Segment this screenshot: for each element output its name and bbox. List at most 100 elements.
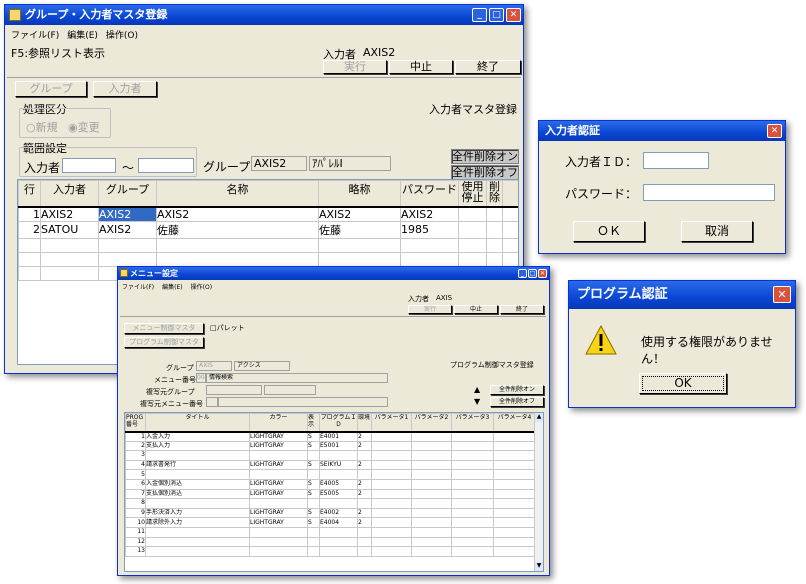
minimize-icon[interactable]: _ [472, 8, 487, 22]
run-button[interactable]: 実行 [323, 60, 387, 74]
cell-param1[interactable] [371, 431, 412, 442]
cell-display[interactable]: S [307, 488, 320, 500]
menu-group-code[interactable]: AXIS [196, 361, 232, 371]
cell-name[interactable]: 佐藤 [156, 220, 319, 239]
cell-color[interactable]: LIGHTGRAY [249, 507, 308, 519]
alert-close-icon[interactable]: ✕ [773, 286, 791, 303]
cell-title[interactable] [145, 546, 250, 557]
cell-title[interactable]: 支払個別消込 [145, 488, 250, 500]
cell-param2[interactable] [411, 536, 452, 548]
cell-param1[interactable] [371, 536, 412, 548]
cell-env[interactable]: 2 [357, 459, 372, 471]
cell-env[interactable]: 2 [357, 431, 372, 442]
empty-cell[interactable] [458, 237, 487, 253]
range-from-input[interactable] [62, 158, 116, 173]
cell-color[interactable]: LIGHTGRAY [249, 459, 308, 471]
cell-color[interactable] [249, 546, 308, 557]
cell-param1[interactable] [371, 498, 412, 509]
table-row[interactable]: 13 [125, 546, 536, 557]
cell-password[interactable]: 1985 [400, 220, 459, 239]
cell-title[interactable] [145, 536, 250, 548]
menu-minimize-icon[interactable]: _ [518, 269, 527, 278]
program-grid[interactable]: PROG 番号 タイトル カラー 表示 プログラムＩＤ 環境 パラメータ1 パラ… [124, 412, 544, 572]
alert-ok-button[interactable]: OK [639, 373, 727, 394]
cell-short[interactable]: 佐藤 [318, 220, 401, 239]
cell-param3[interactable] [451, 498, 494, 509]
table-row[interactable]: 1 AXIS2 AXIS2 AXIS2 AXIS2 AXIS2 [18, 206, 518, 222]
cell-title[interactable]: 入金個別消込 [145, 478, 250, 490]
cell-display[interactable] [307, 469, 320, 480]
cell-env[interactable] [357, 546, 372, 557]
cell-display[interactable] [307, 546, 320, 557]
tab-program-control[interactable]: プログラム制御マスタ [124, 337, 204, 348]
cell-title[interactable] [145, 498, 250, 509]
cell-env[interactable] [357, 498, 372, 509]
cell-display[interactable] [307, 526, 320, 538]
cell-param1[interactable] [371, 450, 412, 461]
cell-color[interactable] [249, 526, 308, 538]
tab-menu-control[interactable]: メニュー制御マスタ [124, 323, 204, 334]
copy-menu-no[interactable] [206, 397, 218, 407]
cell-param3[interactable] [451, 450, 494, 461]
menu-run-button[interactable]: 実行 [408, 305, 452, 314]
scroll-up-icon[interactable]: ▲ [535, 413, 543, 422]
cell-inputter[interactable]: SATOU [40, 220, 99, 239]
cell-param2[interactable] [411, 546, 452, 557]
move-up-icon[interactable]: ▲ [474, 385, 480, 394]
cell-display[interactable]: S [307, 440, 320, 452]
cell-param2[interactable] [411, 507, 452, 519]
cell-param2[interactable] [411, 459, 452, 471]
cell-color[interactable]: LIGHTGRAY [249, 431, 308, 442]
menu-name-input[interactable]: 情報検索 [206, 373, 388, 383]
empty-cell[interactable] [486, 251, 503, 267]
cell-program-id[interactable]: E4005 [319, 478, 358, 490]
group-name-input[interactable]: ｱﾊﾟﾚﾙⅠ [309, 156, 391, 171]
menu-file[interactable]: ファイル(F) [11, 31, 59, 41]
cell-short[interactable]: AXIS2 [318, 206, 401, 222]
cell-param2[interactable] [411, 450, 452, 461]
cell-param4[interactable] [493, 507, 536, 519]
copy-group-code[interactable] [206, 385, 262, 395]
cell-name[interactable]: AXIS2 [156, 206, 319, 222]
login-close-icon[interactable]: ✕ [767, 124, 782, 138]
cell-program-id[interactable]: E4004 [319, 517, 358, 528]
cell-env[interactable] [357, 450, 372, 461]
cell-param2[interactable] [411, 498, 452, 509]
menu-edit[interactable]: 編集(E) [162, 284, 182, 291]
cell-env[interactable]: 2 [357, 488, 372, 500]
tab-group[interactable]: グループ [15, 81, 87, 97]
cell-param2[interactable] [411, 469, 452, 480]
empty-cell[interactable] [458, 251, 487, 267]
cell-program-id[interactable] [319, 536, 358, 548]
cell-title[interactable]: 請求除外入力 [145, 517, 250, 528]
cell-color[interactable]: LIGHTGRAY [249, 517, 308, 528]
menu-no-input[interactable]: 00 [196, 373, 206, 383]
move-down-icon[interactable]: ▼ [474, 397, 480, 406]
empty-cell[interactable] [40, 237, 99, 253]
close-icon[interactable]: ✕ [506, 8, 521, 22]
cell-title[interactable]: 手形決済入力 [145, 507, 250, 519]
cell-param4[interactable] [493, 498, 536, 509]
cell-param2[interactable] [411, 488, 452, 500]
cell-program-id[interactable] [319, 450, 358, 461]
cell-param1[interactable] [371, 488, 412, 500]
cell-param3[interactable] [451, 440, 494, 452]
delete-all-off-button[interactable]: 全件削除オフ [451, 165, 519, 180]
cell-color[interactable] [249, 498, 308, 509]
end-button[interactable]: 終了 [455, 60, 521, 74]
cell-color[interactable]: LIGHTGRAY [249, 488, 308, 500]
cell-param3[interactable] [451, 459, 494, 471]
cell-display[interactable] [307, 536, 320, 548]
cell-display[interactable]: S [307, 459, 320, 471]
cell-param3[interactable] [451, 431, 494, 442]
cell-param4[interactable] [493, 450, 536, 461]
cell-display[interactable]: S [307, 431, 320, 442]
cell-env[interactable]: 2 [357, 478, 372, 490]
login-id-input[interactable] [643, 152, 709, 169]
empty-cell[interactable] [318, 237, 401, 253]
scroll-down-icon[interactable]: ▼ [535, 562, 543, 571]
cell-param3[interactable] [451, 536, 494, 548]
login-cancel-button[interactable]: 取消 [681, 221, 753, 242]
cell-program-id[interactable]: E5001 [319, 440, 358, 452]
cell-delete[interactable] [486, 220, 503, 239]
